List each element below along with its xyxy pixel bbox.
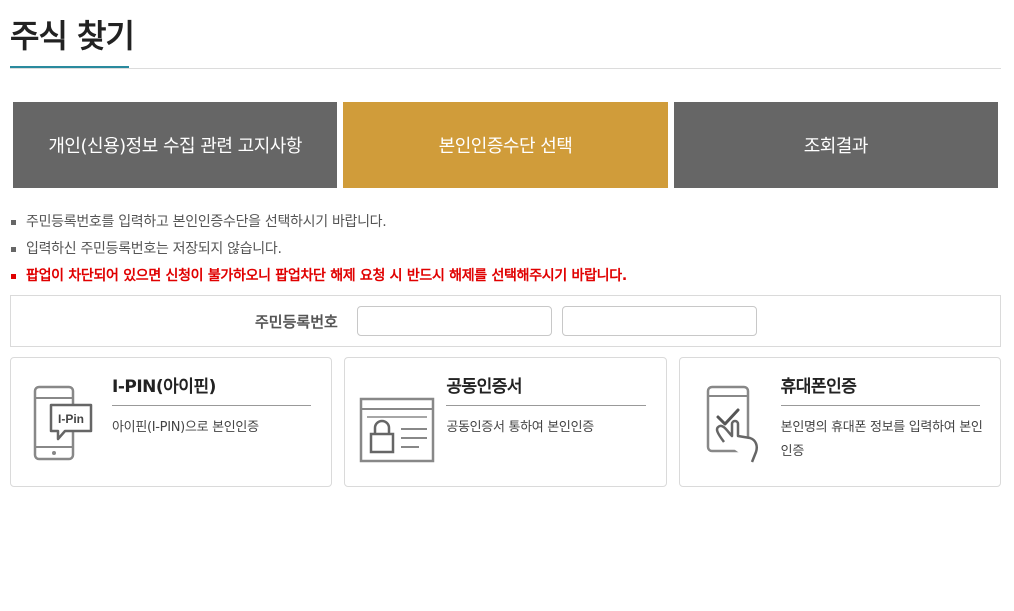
step-privacy-notice: 개인(신용)정보 수집 관련 고지사항 [13,102,338,188]
step-result: 조회결과 [673,102,998,188]
notice-list: 주민등록번호를 입력하고 본인인증수단을 선택하시기 바랍니다. 입력하신 주민… [10,209,1000,290]
notice-text: 팝업이 차단되어 있으면 신청이 불가하오니 팝업차단 해제 요청 시 반드시 … [26,268,627,284]
phone-divider [780,405,980,406]
certificate-lock-icon [360,397,435,463]
bullet-icon [11,247,16,252]
page-title: 주식 찾기 [10,17,135,55]
ipin-description: 아이핀(I-PIN)으로 본인인증 [112,420,259,435]
ipin-icon-text: I-Pin [58,412,84,426]
notice-text: 입력하신 주민등록번호는 저장되지 않습니다. [26,241,282,257]
ssn-label: 주민등록번호 [255,313,338,331]
step-indicator: 개인(신용)정보 수집 관련 고지사항 본인인증수단 선택 조회결과 [13,102,998,188]
certificate-description: 공동인증서 통하여 본인인증 [446,420,594,435]
notice-item: 입력하신 주민등록번호는 저장되지 않습니다. [10,236,1000,263]
phone-auth-card[interactable]: 휴대폰인증 본인명의 휴대폰 정보를 입력하여 본인인증 [678,357,1001,487]
notice-item: 주민등록번호를 입력하고 본인인증수단을 선택하시기 바랍니다. [10,209,1000,236]
notice-text: 주민등록번호를 입력하고 본인인증수단을 선택하시기 바랍니다. [26,214,387,230]
ipin-title: I-PIN(아이핀) [112,377,216,397]
ipin-phone-icon: I-Pin [33,385,93,461]
certificate-auth-card[interactable]: 공동인증서 공동인증서 통하여 본인인증 [344,357,667,487]
phone-title: 휴대폰인증 [780,377,857,397]
step-auth-method: 본인인증수단 선택 [343,102,668,188]
phone-check-icon [706,385,758,463]
phone-description: 본인명의 휴대폰 정보를 입력하여 본인인증 [780,420,983,459]
certificate-divider [446,405,646,406]
bullet-icon [11,274,16,279]
ssn-front-input[interactable] [357,306,552,336]
ipin-auth-card[interactable]: I-Pin I-PIN(아이핀) 아이핀(I-PIN)으로 본인인증 [10,357,333,487]
bullet-icon [11,220,16,225]
auth-method-list: I-Pin I-PIN(아이핀) 아이핀(I-PIN)으로 본인인증 공동인증서… [10,357,1001,487]
title-divider [10,68,1001,69]
ssn-input-row: 주민등록번호 [10,295,1001,347]
ssn-back-input[interactable] [562,306,757,336]
notice-item-warning: 팝업이 차단되어 있으면 신청이 불가하오니 팝업차단 해제 요청 시 반드시 … [10,263,1000,290]
certificate-title: 공동인증서 [446,377,523,397]
ipin-divider [112,405,312,406]
